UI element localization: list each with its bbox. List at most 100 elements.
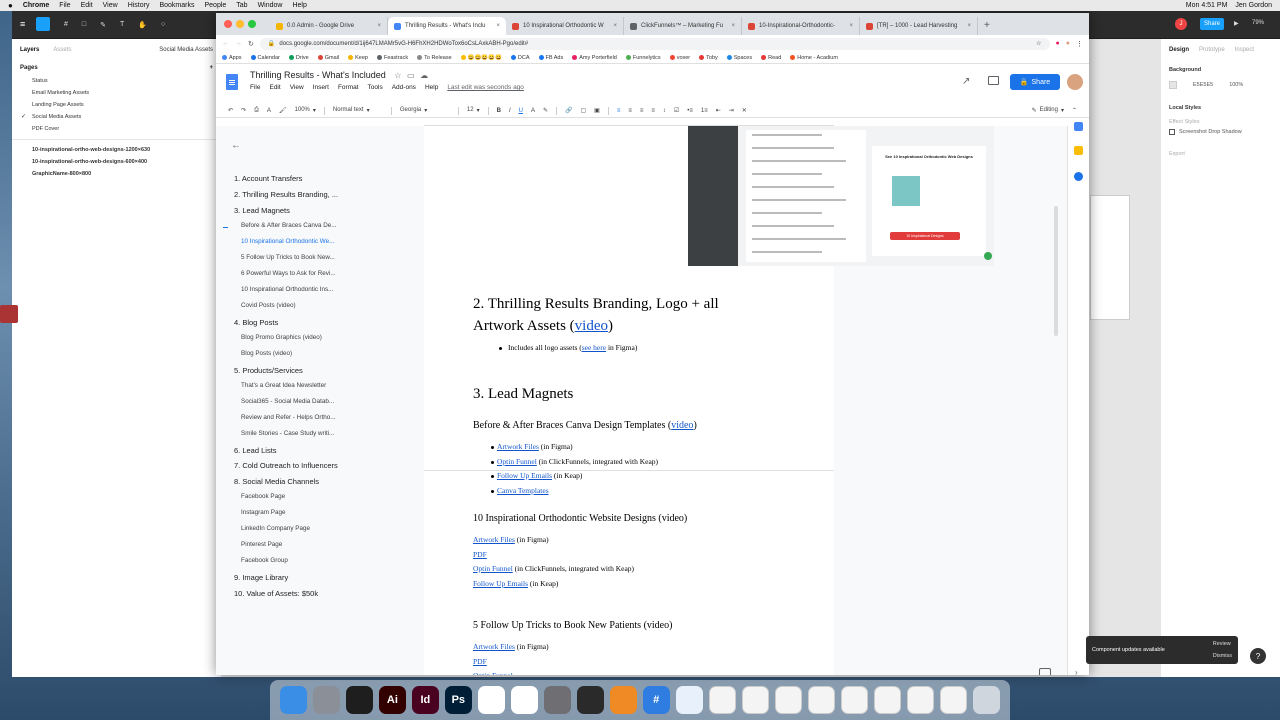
bold-icon[interactable]: B [497, 108, 501, 114]
docs-menu-insert[interactable]: Insert [313, 84, 329, 91]
share-button[interactable]: 🔒 Share [1010, 74, 1060, 90]
user-avatar[interactable] [1067, 74, 1083, 90]
figma-page-item[interactable]: Email Marketing Assets [12, 87, 221, 99]
slack-icon[interactable] [477, 686, 505, 714]
browser-tab[interactable]: 0.0 Admin - Google Drive × [270, 17, 388, 35]
help-button[interactable]: ? [1250, 648, 1266, 664]
back-arrow-icon[interactable]: ← [231, 140, 241, 151]
background-swatch[interactable] [1169, 81, 1177, 89]
outline-item[interactable]: 10. Value of Assets: $50k [234, 589, 318, 598]
back-icon[interactable]: ← [222, 40, 229, 47]
browser-tab[interactable]: 10-Inspirational-Orthodontic- × [742, 17, 860, 35]
star-icon[interactable]: ☆ [394, 71, 401, 80]
new-tab-button[interactable]: + [978, 17, 996, 35]
launchpad-icon[interactable] [312, 686, 340, 714]
bookmark-item[interactable]: Calendar [250, 54, 280, 61]
browser-tab[interactable]: Thrilling Results - What's Inclu × [388, 17, 506, 35]
figma-avatar[interactable]: J [1175, 18, 1187, 30]
close-tab-icon[interactable]: × [377, 23, 381, 29]
user-name[interactable]: Jen Gordon [1235, 2, 1272, 9]
outline-item[interactable]: Pinterest Page [241, 541, 282, 548]
underline-icon[interactable]: U [519, 108, 523, 114]
outline-item[interactable]: 5. Products/Services [234, 366, 303, 375]
docs-menu-format[interactable]: Format [338, 84, 359, 91]
bulleted-list-icon[interactable]: •≡ [687, 108, 693, 114]
outline-item[interactable]: 1. Account Transfers [234, 174, 302, 183]
docs-menu-add-ons[interactable]: Add-ons [392, 84, 416, 91]
outline-item[interactable]: That's a Great Idea Newsletter [241, 382, 326, 389]
highlight-icon[interactable]: ✎ [543, 107, 548, 114]
figma-frame-layer[interactable]: 10-inspirational-ortho-web-designs-600×4… [12, 156, 221, 168]
bookmark-item[interactable]: To Release [417, 54, 452, 61]
figma-frame-layer[interactable]: 10-inspirational-ortho-web-designs-1200×… [12, 144, 221, 156]
decrease-indent-icon[interactable]: ⇤ [716, 107, 721, 114]
asset-link[interactable]: PDF [473, 550, 487, 559]
comment-tool-icon[interactable]: ○ [161, 21, 165, 29]
browser-tab[interactable]: ClickFunnels™ – Marketing Fu × [624, 17, 742, 35]
figma-page-item[interactable]: PDF Cover [12, 123, 221, 135]
page-selector[interactable]: Social Media Assets [159, 47, 213, 53]
insert-comment-icon[interactable]: ▢ [580, 107, 586, 114]
align-justify-icon[interactable]: ≡ [651, 108, 655, 114]
mac-menu-tab[interactable]: Tab [236, 2, 247, 9]
chrome-menu-icon[interactable]: ⋮ [1076, 40, 1083, 48]
align-right-icon[interactable]: ≡ [640, 108, 644, 114]
effect-style-item[interactable]: Screenshot Drop Shadow [1161, 127, 1280, 137]
finder-icon[interactable] [280, 686, 307, 714]
mac-menu-window[interactable]: Window [258, 2, 283, 9]
outline-item[interactable]: Smile Stories - Case Study writi... [241, 430, 334, 437]
tab-design[interactable]: Design [1169, 47, 1189, 53]
document-thumbnail-icon[interactable] [840, 686, 868, 714]
docs-menu-file[interactable]: File [250, 84, 260, 91]
outline-item[interactable]: 8. Social Media Channels [234, 477, 319, 486]
text-tool-icon[interactable]: T [120, 21, 124, 29]
figma-page-item[interactable]: Landing Page Assets [12, 99, 221, 111]
close-tab-icon[interactable]: × [731, 23, 735, 29]
mac-menu-view[interactable]: View [103, 2, 118, 9]
collapse-menus-icon[interactable]: ⌃ [1072, 107, 1077, 114]
bookmark-item[interactable]: Feastrack [376, 54, 408, 61]
redo-icon[interactable]: ↷ [241, 107, 246, 114]
notes-app-icon[interactable] [576, 686, 604, 714]
outline-item[interactable]: 4. Blog Posts [234, 318, 278, 327]
insert-image-icon[interactable]: ▣ [594, 107, 600, 114]
bookmark-item[interactable]: DCA [510, 54, 530, 61]
bookmark-star-icon[interactable]: ☆ [1036, 40, 1041, 47]
asset-link[interactable]: Artwork Files [473, 535, 515, 544]
outline-item[interactable]: 10 Inspirational Orthodontic We... [241, 238, 334, 245]
document-thumbnail-icon[interactable] [873, 686, 901, 714]
expand-panel-icon[interactable]: › [1075, 668, 1078, 675]
tab-inspect[interactable]: Inspect [1235, 47, 1254, 53]
bookmark-item[interactable]: Read [761, 54, 781, 61]
link-icon[interactable]: 🔗 [565, 107, 572, 114]
books-icon[interactable] [609, 686, 637, 714]
explore-icon[interactable] [1039, 668, 1051, 675]
document-thumbnail-icon[interactable] [708, 686, 736, 714]
move-icon[interactable]: ▭ [407, 71, 415, 80]
increase-indent-icon[interactable]: ⇥ [729, 107, 734, 114]
bookmark-item[interactable]: Amy Porterfield [572, 54, 617, 61]
asset-link[interactable]: Artwork Files [473, 642, 515, 651]
zoom-level[interactable]: 79% [1252, 20, 1264, 26]
document-title[interactable]: Thrilling Results - What's Included ☆ ▭ … [250, 70, 428, 80]
background-opacity[interactable]: 100% [1229, 82, 1243, 88]
document-thumbnail-icon[interactable] [774, 686, 802, 714]
export-label[interactable]: Export [1161, 145, 1280, 163]
outline-item[interactable]: Facebook Group [241, 557, 288, 564]
align-left-icon[interactable]: ≡ [617, 108, 621, 114]
illustrator-icon[interactable]: Ai [378, 686, 406, 714]
docs-menu-view[interactable]: View [290, 84, 304, 91]
apple-icon[interactable]: ● [8, 1, 13, 10]
outline-item[interactable]: Blog Promo Graphics (video) [241, 334, 322, 341]
outline-item[interactable]: Instagram Page [241, 509, 285, 516]
frame-tool-icon[interactable]: # [64, 21, 68, 29]
document-thumbnail-icon[interactable] [939, 686, 967, 714]
figma-icon[interactable] [345, 686, 373, 714]
figma-frame-layer[interactable]: GraphicName-800×800 [12, 168, 221, 180]
style-select[interactable]: Normal text ▾ [333, 107, 383, 114]
clear-formatting-icon[interactable]: ✕ [742, 107, 747, 114]
docs-menu-help[interactable]: Help [425, 84, 438, 91]
paint-format-icon[interactable]: 🖌 [279, 107, 287, 114]
app-menu-name[interactable]: Chrome [23, 2, 49, 9]
zoom-select[interactable]: 100% ▾ [295, 107, 316, 114]
